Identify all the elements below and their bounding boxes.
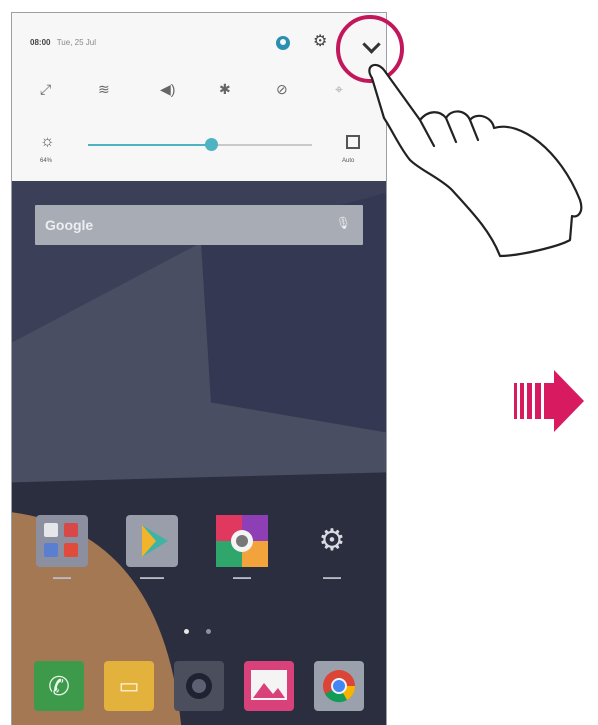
bluetooth-icon[interactable]: ✱ (219, 81, 231, 97)
settings-icon: ⚙ (318, 524, 346, 557)
clock-date: Tue, 25 Jul (56, 38, 96, 47)
folder-icon (44, 523, 78, 557)
wifi-icon[interactable]: ≋ (98, 81, 110, 97)
messaging-icon: ▭ (118, 673, 140, 698)
sound-icon[interactable]: ◀) (160, 81, 175, 97)
app-label: ▬▬▬ (323, 575, 341, 581)
google-search-bar[interactable]: Google 🎙 (35, 205, 363, 245)
brightness-percent: 64% (40, 158, 53, 164)
settings-gear-icon[interactable]: ⚙ (313, 34, 327, 50)
page-indicator-dot[interactable] (206, 629, 211, 634)
camera-icon (216, 515, 268, 567)
next-step-arrow (514, 370, 584, 432)
brightness-slider-thumb[interactable] (205, 138, 219, 151)
play-store-app-icon[interactable] (126, 515, 178, 567)
notification-shade: 08:00 Tue, 25 Jul ⚙ ⤢ ≋ ◀) ✱ ⊘ ⌖ ☼ 64% A… (12, 13, 386, 181)
chrome-icon (323, 670, 356, 703)
camera-icon (186, 673, 212, 699)
play-store-icon (142, 525, 168, 557)
app-label: ▬▬▬ (53, 575, 71, 581)
account-icon[interactable] (276, 36, 290, 50)
phone-screen: 08:00 Tue, 25 Jul ⚙ ⤢ ≋ ◀) ✱ ⊘ ⌖ ☼ 64% A… (11, 12, 387, 725)
phone-icon: ✆ (48, 671, 70, 701)
mic-icon[interactable]: 🎙 (336, 216, 351, 230)
app-label: ▬▬▬ (233, 575, 251, 581)
rotate-icon[interactable]: ⤢ (40, 81, 51, 97)
brightness-slider-fill (88, 144, 212, 146)
app-label: ▬▬▬▬ (140, 575, 164, 581)
brightness-icon: ☼ (40, 133, 55, 150)
brightness-slider[interactable] (88, 138, 312, 151)
messaging-app-icon[interactable]: ▭ (104, 661, 154, 711)
auto-brightness-checkbox[interactable] (346, 135, 360, 149)
auto-brightness-label: Auto (342, 158, 355, 164)
gallery-app-icon[interactable] (244, 661, 294, 711)
location-icon[interactable]: ⌖ (335, 81, 343, 97)
camera-app-icon[interactable] (216, 515, 268, 567)
phone-app-icon[interactable]: ✆ (34, 661, 84, 711)
do-not-disturb-icon[interactable]: ⊘ (276, 81, 288, 97)
gallery-icon (251, 670, 287, 700)
chrome-app-icon[interactable] (314, 661, 364, 711)
folder-app-icon[interactable] (36, 515, 88, 567)
search-label: Google (45, 217, 94, 233)
chevron-down-icon[interactable] (362, 35, 381, 54)
settings-app-icon[interactable]: ⚙ (306, 515, 358, 567)
clock-time: 08:00 (30, 38, 51, 47)
camera-dock-icon[interactable] (174, 661, 224, 711)
pointing-hand-icon (368, 63, 583, 258)
page-indicator-dot[interactable] (184, 629, 189, 634)
status-bar-time: 08:00 Tue, 25 Jul (30, 38, 96, 47)
